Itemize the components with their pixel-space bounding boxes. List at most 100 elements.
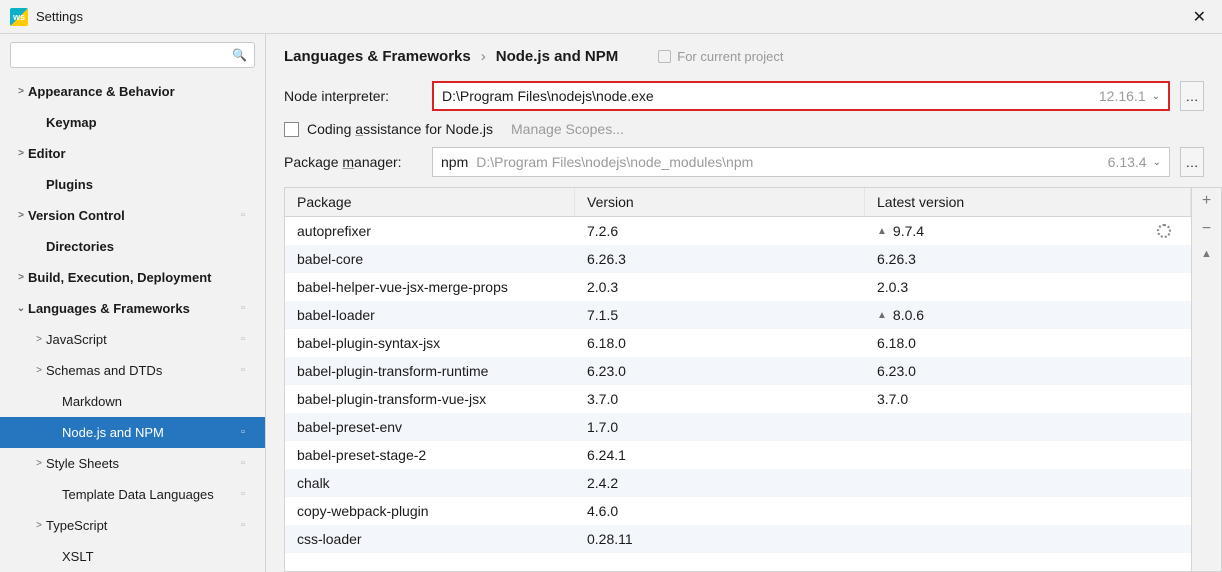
sidebar-item-xslt[interactable]: >XSLT xyxy=(0,541,265,572)
for-current-project-label: For current project xyxy=(677,49,783,64)
search-input[interactable] xyxy=(10,42,255,68)
sidebar-item-schemas-and-dtds[interactable]: >Schemas and DTDs▫ xyxy=(0,355,265,386)
tree-arrow-icon: > xyxy=(32,334,46,345)
sidebar-item-plugins[interactable]: >Plugins xyxy=(0,169,265,200)
sidebar-item-style-sheets[interactable]: >Style Sheets▫ xyxy=(0,448,265,479)
tree-arrow-icon: > xyxy=(14,148,28,159)
project-scope-icon: ▫ xyxy=(241,209,255,223)
for-current-project: For current project xyxy=(658,49,783,64)
package-manager-name: npm xyxy=(441,154,468,170)
loading-spinner-icon xyxy=(1157,224,1171,238)
tree-arrow-icon: > xyxy=(48,551,62,562)
sidebar-item-appearance-behavior[interactable]: >Appearance & Behavior xyxy=(0,76,265,107)
sidebar-item-languages-frameworks[interactable]: ⌄Languages & Frameworks▫ xyxy=(0,293,265,324)
tree-arrow-icon: > xyxy=(48,427,62,438)
breadcrumb: Languages & Frameworks › Node.js and NPM… xyxy=(266,34,1222,77)
table-row[interactable]: babel-core6.26.36.26.3 xyxy=(285,245,1191,273)
sidebar-item-node-js-and-npm[interactable]: >Node.js and NPM▫ xyxy=(0,417,265,448)
sidebar-item-directories[interactable]: >Directories xyxy=(0,231,265,262)
table-row[interactable]: css-loader0.28.11 xyxy=(285,525,1191,553)
cell-package: babel-loader xyxy=(285,307,575,323)
col-version[interactable]: Version xyxy=(575,188,865,216)
coding-assistance-checkbox[interactable] xyxy=(284,122,299,137)
project-scope-icon: ▫ xyxy=(241,333,255,347)
breadcrumb-root[interactable]: Languages & Frameworks xyxy=(284,48,471,65)
cell-package: babel-plugin-transform-vue-jsx xyxy=(285,391,575,407)
table-row[interactable]: autoprefixer7.2.6▲9.7.4 xyxy=(285,217,1191,245)
cell-package: babel-plugin-syntax-jsx xyxy=(285,335,575,351)
tree-arrow-icon: > xyxy=(14,272,28,283)
close-icon[interactable]: ✕ xyxy=(1187,7,1212,27)
tree-arrow-icon: > xyxy=(32,458,46,469)
cell-latest: 2.0.3 xyxy=(865,279,1191,295)
table-row[interactable]: babel-preset-stage-26.24.1 xyxy=(285,441,1191,469)
node-interpreter-browse-button[interactable]: … xyxy=(1180,81,1204,111)
node-interpreter-version: 12.16.1 xyxy=(1099,88,1146,104)
manage-scopes-link: Manage Scopes... xyxy=(511,121,624,137)
sidebar-item-typescript[interactable]: >TypeScript▫ xyxy=(0,510,265,541)
app-icon: ws xyxy=(10,8,28,26)
sidebar-item-label: Markdown xyxy=(62,394,241,409)
project-scope-icon xyxy=(658,50,671,63)
sidebar-item-keymap[interactable]: >Keymap xyxy=(0,107,265,138)
project-scope-icon xyxy=(241,395,255,409)
cell-package: babel-core xyxy=(285,251,575,267)
cell-package: babel-preset-stage-2 xyxy=(285,447,575,463)
project-scope-icon: ▫ xyxy=(241,426,255,440)
col-latest[interactable]: Latest version xyxy=(865,188,1191,216)
coding-assistance-label[interactable]: Coding assistance for Node.js xyxy=(307,121,493,137)
cell-package: babel-helper-vue-jsx-merge-props xyxy=(285,279,575,295)
sidebar-item-label: JavaScript xyxy=(46,332,241,347)
package-manager-browse-button[interactable]: … xyxy=(1180,147,1204,177)
sidebar-item-markdown[interactable]: >Markdown xyxy=(0,386,265,417)
tree-arrow-icon: > xyxy=(48,489,62,500)
remove-package-button[interactable]: − xyxy=(1202,220,1211,238)
add-package-button[interactable]: + xyxy=(1202,192,1211,210)
tree-arrow-icon: > xyxy=(48,396,62,407)
sidebar-item-build-execution-deployment[interactable]: >Build, Execution, Deployment xyxy=(0,262,265,293)
sidebar-item-version-control[interactable]: >Version Control▫ xyxy=(0,200,265,231)
chevron-down-icon: ⌄ xyxy=(1153,157,1161,168)
package-manager-combo[interactable]: npm D:\Program Files\nodejs\node_modules… xyxy=(432,147,1170,177)
col-package[interactable]: Package xyxy=(285,188,575,216)
project-scope-icon: ▫ xyxy=(241,457,255,471)
sidebar-item-label: Directories xyxy=(46,239,241,254)
table-row[interactable]: babel-plugin-syntax-jsx6.18.06.18.0 xyxy=(285,329,1191,357)
cell-version: 0.28.11 xyxy=(575,531,865,547)
cell-version: 6.26.3 xyxy=(575,251,865,267)
table-row[interactable]: babel-preset-env1.7.0 xyxy=(285,413,1191,441)
cell-package: copy-webpack-plugin xyxy=(285,503,575,519)
cell-version: 7.1.5 xyxy=(575,307,865,323)
sidebar-item-javascript[interactable]: >JavaScript▫ xyxy=(0,324,265,355)
node-interpreter-combo[interactable]: D:\Program Files\nodejs\node.exe 12.16.1… xyxy=(432,81,1170,111)
cell-latest: ▲9.7.4 xyxy=(865,223,1191,239)
window-title: Settings xyxy=(36,9,83,24)
upgrade-available-icon: ▲ xyxy=(877,226,887,237)
sidebar-item-label: TypeScript xyxy=(46,518,241,533)
project-scope-icon xyxy=(241,116,255,130)
sidebar-item-label: Version Control xyxy=(28,208,241,223)
breadcrumb-leaf: Node.js and NPM xyxy=(496,48,619,65)
table-row[interactable]: babel-loader7.1.5▲8.0.6 xyxy=(285,301,1191,329)
table-row[interactable]: babel-plugin-transform-vue-jsx3.7.03.7.0 xyxy=(285,385,1191,413)
cell-version: 7.2.6 xyxy=(575,223,865,239)
sidebar-item-label: XSLT xyxy=(62,549,241,564)
cell-version: 6.18.0 xyxy=(575,335,865,351)
sidebar-item-editor[interactable]: >Editor xyxy=(0,138,265,169)
tree-arrow-icon: > xyxy=(14,86,28,97)
table-row[interactable]: babel-plugin-transform-runtime6.23.06.23… xyxy=(285,357,1191,385)
table-row[interactable]: chalk2.4.2 xyxy=(285,469,1191,497)
project-scope-icon xyxy=(241,85,255,99)
sidebar-item-template-data-languages[interactable]: >Template Data Languages▫ xyxy=(0,479,265,510)
table-row[interactable]: copy-webpack-plugin4.6.0 xyxy=(285,497,1191,525)
search-icon: 🔍 xyxy=(232,48,247,62)
sidebar-item-label: Plugins xyxy=(46,177,241,192)
cell-version: 1.7.0 xyxy=(575,419,865,435)
table-row[interactable]: babel-helper-vue-jsx-merge-props2.0.32.0… xyxy=(285,273,1191,301)
package-manager-version: 6.13.4 xyxy=(1108,154,1147,170)
main-panel: Languages & Frameworks › Node.js and NPM… xyxy=(266,34,1222,572)
cell-version: 4.6.0 xyxy=(575,503,865,519)
sidebar-item-label: Languages & Frameworks xyxy=(28,301,241,316)
cell-latest: ▲8.0.6 xyxy=(865,307,1191,323)
upgrade-package-button[interactable]: ▲ xyxy=(1201,248,1212,260)
